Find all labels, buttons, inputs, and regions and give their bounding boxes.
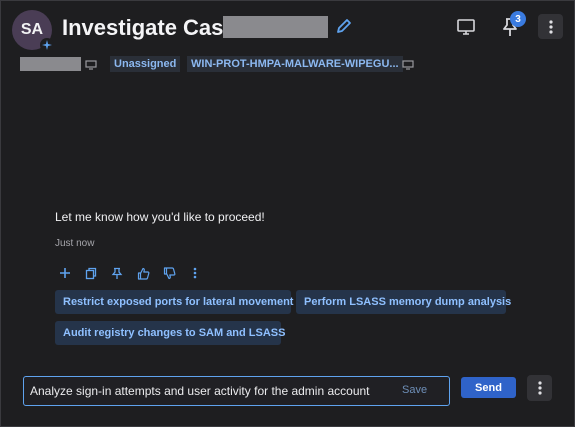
notification-badge: 3 bbox=[510, 11, 526, 27]
thumbs-down-icon[interactable] bbox=[161, 266, 177, 280]
sparkle-icon bbox=[40, 38, 54, 52]
plus-icon[interactable] bbox=[57, 266, 73, 280]
send-button[interactable]: Send bbox=[461, 377, 516, 398]
pin-button[interactable]: 3 bbox=[498, 11, 526, 39]
monitor-icon[interactable] bbox=[456, 17, 476, 37]
composer-more-button[interactable] bbox=[527, 375, 552, 401]
more-vertical-icon[interactable] bbox=[187, 266, 203, 280]
host-chip[interactable]: WIN-PROT-HMPA-MALWARE-WIPEGU... bbox=[187, 56, 403, 72]
monitor-icon[interactable] bbox=[402, 58, 414, 70]
avatar[interactable]: SA bbox=[12, 10, 54, 52]
redacted-field bbox=[20, 57, 81, 71]
more-vertical-icon bbox=[548, 19, 553, 34]
more-options-button[interactable] bbox=[538, 14, 563, 39]
message-actions bbox=[57, 266, 203, 280]
prompt-input[interactable]: Analyze sign-in attempts and user activi… bbox=[23, 376, 450, 406]
prompt-input-value[interactable]: Analyze sign-in attempts and user activi… bbox=[30, 384, 382, 398]
assignee-chip[interactable]: Unassigned bbox=[110, 56, 181, 72]
thumbs-up-icon[interactable] bbox=[135, 266, 151, 280]
assistant-message: Let me know how you'd like to proceed! bbox=[55, 210, 265, 224]
monitor-icon[interactable] bbox=[85, 58, 97, 70]
copy-icon[interactable] bbox=[83, 266, 99, 280]
save-button[interactable]: Save bbox=[402, 384, 427, 396]
suggestion-button[interactable]: Perform LSASS memory dump analysis bbox=[296, 290, 511, 314]
chat-window: SA Investigate Case 3 Unassigned WIN-PRO… bbox=[0, 0, 575, 427]
pencil-icon[interactable] bbox=[335, 17, 353, 35]
redacted-case-id bbox=[223, 16, 328, 38]
avatar-initials: SA bbox=[20, 21, 44, 38]
message-timestamp: Just now bbox=[55, 238, 95, 249]
page-title: Investigate Case bbox=[62, 15, 236, 40]
more-vertical-icon bbox=[537, 381, 542, 395]
suggestion-button[interactable]: Audit registry changes to SAM and LSASS bbox=[55, 321, 285, 345]
pin-icon[interactable] bbox=[109, 266, 125, 280]
header: SA Investigate Case 3 bbox=[1, 1, 575, 57]
suggestion-button[interactable]: Restrict exposed ports for lateral movem… bbox=[55, 290, 293, 314]
